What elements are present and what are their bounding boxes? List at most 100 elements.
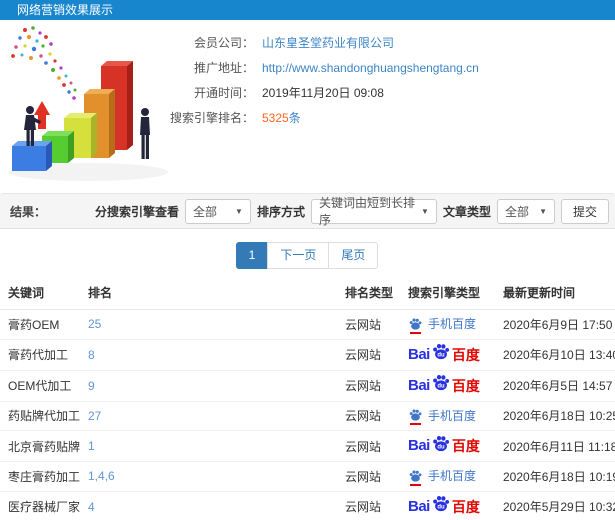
rank-type-cell: 云网站 xyxy=(337,491,400,520)
baidu-logo: Bai du 百度 xyxy=(408,375,480,396)
rank-link[interactable]: 9 xyxy=(88,379,95,393)
result-label: 结果： xyxy=(10,204,47,219)
chevron-down-icon: ▼ xyxy=(421,206,429,216)
baidu-bai-text: Bai xyxy=(408,437,430,454)
svg-text:du: du xyxy=(437,352,445,358)
article-type-select[interactable]: 全部 ▼ xyxy=(496,198,555,224)
keyword-cell: OEM代加工 xyxy=(0,370,80,402)
page-1-button[interactable]: 1 xyxy=(235,242,269,269)
keyword-cell: 枣庄膏药加工 xyxy=(0,461,80,492)
svg-text:du: du xyxy=(437,444,445,450)
article-type-select-value: 全部 xyxy=(504,204,529,219)
table-header-row: 关键词 排名 排名类型 搜索引擎类型 最新更新时间 xyxy=(0,276,615,310)
engine-rank-label: 搜索引擎排名： xyxy=(170,111,255,125)
rank-type-cell: 云网站 xyxy=(337,430,400,462)
rank-link[interactable]: 25 xyxy=(88,317,101,331)
info-section: 会员公司： 山东皇圣堂药业有限公司 推广地址： http://www.shand… xyxy=(0,20,615,193)
rank-link[interactable]: 27 xyxy=(88,409,101,423)
filter-bar: 结果： 分搜索引擎查看 全部 ▼ 排序方式 关键词由短到长排序 ▼ 文章类型 全… xyxy=(0,193,615,229)
updated-cell: 2020年6月11日 11:18 xyxy=(495,430,615,462)
engine-cell: Bai du 百度 xyxy=(400,430,495,462)
open-time-label: 开通时间： xyxy=(193,86,254,100)
rank-type-cell: 云网站 xyxy=(337,370,400,402)
company-info: 会员公司： 山东皇圣堂药业有限公司 推广地址： http://www.shand… xyxy=(170,34,479,134)
mobile-baidu-label: 手机百度 xyxy=(428,317,477,331)
updated-cell: 2020年5月29日 10:32 xyxy=(495,491,615,520)
mobile-baidu-label: 手机百度 xyxy=(428,408,477,423)
results-table: 关键词 排名 排名类型 搜索引擎类型 最新更新时间 膏药OEM 25 云网站 手… xyxy=(0,276,615,520)
mobile-baidu-paw-icon xyxy=(408,469,423,486)
sort-filter-label: 排序方式 xyxy=(256,204,305,219)
keyword-cell: 膏药OEM xyxy=(0,309,80,340)
rank-type-cell: 云网站 xyxy=(337,461,400,492)
submit-button[interactable]: 提交 xyxy=(560,198,609,224)
engine-cell: 手机百度 xyxy=(400,309,495,340)
updated-cell: 2020年6月18日 10:25 xyxy=(495,401,615,431)
confetti-dots xyxy=(11,26,77,100)
updated-cell: 2020年6月18日 10:19 xyxy=(495,461,615,492)
open-time-row: 开通时间： 2019年11月20日 09:08 xyxy=(170,84,479,101)
baidu-bai-text: Bai xyxy=(408,345,430,363)
promo-url-row: 推广地址： http://www.shandonghuangshengtang.… xyxy=(170,59,479,76)
company-row: 会员公司： 山东皇圣堂药业有限公司 xyxy=(170,34,479,51)
pagination: 1 下一页 尾页 xyxy=(0,242,615,269)
keyword-cell: 北京膏药贴牌 xyxy=(0,430,80,462)
up-arrow xyxy=(34,101,50,129)
baidu-logo: Bai du 百度 xyxy=(408,435,480,456)
keyword-cell: 医疗器械厂家 xyxy=(0,491,80,520)
baidu-cn-text: 百度 xyxy=(451,346,480,363)
engine-rank-count: 5325 xyxy=(262,111,289,125)
baidu-logo: Bai du 百度 xyxy=(408,496,480,517)
engine-select-value: 全部 xyxy=(192,204,217,219)
rank-link[interactable]: 4 xyxy=(88,500,95,514)
baidu-logo: Bai du 百度 xyxy=(408,344,480,365)
baidu-paw-icon: du xyxy=(433,344,449,360)
article-type-label: 文章类型 xyxy=(442,204,491,219)
rank-link[interactable]: 1,4,6 xyxy=(88,469,115,483)
sort-select[interactable]: 关键词由短到长排序 ▼ xyxy=(310,196,437,227)
table-row: 枣庄膏药加工 1,4,6 云网站 手机百度 2020年6月18日 10:19 xyxy=(0,461,615,492)
baidu-paw-icon: du xyxy=(433,375,449,391)
col-keyword: 关键词 xyxy=(0,276,80,310)
last-page-button[interactable]: 尾页 xyxy=(328,242,379,269)
baidu-paw-icon: du xyxy=(433,435,449,451)
updated-cell: 2020年6月5日 14:57 xyxy=(495,370,615,402)
engine-cell: Bai du 百度 xyxy=(400,491,495,520)
mobile-baidu-paw-icon xyxy=(408,408,423,425)
mobile-baidu-label: 手机百度 xyxy=(428,469,477,483)
table-row: 膏药代加工 8 云网站 Bai du 百度 2020年6月10日 13:40 xyxy=(0,339,615,371)
col-rank-type: 排名类型 xyxy=(337,276,400,310)
table-row: OEM代加工 9 云网站 Bai du 百度 2020年6月5日 14:57 xyxy=(0,370,615,402)
next-page-button[interactable]: 下一页 xyxy=(267,242,330,269)
svg-text:du: du xyxy=(437,383,445,389)
company-link[interactable]: 山东皇圣堂药业有限公司 xyxy=(262,34,394,51)
mobile-baidu-paw-icon xyxy=(408,317,423,334)
filter-group: 分搜索引擎查看 全部 ▼ 排序方式 关键词由短到长排序 ▼ 文章类型 全部 ▼ … xyxy=(95,196,609,227)
promo-url-label: 推广地址： xyxy=(193,61,254,75)
updated-cell: 2020年6月9日 17:50 xyxy=(495,309,615,340)
rank-link[interactable]: 8 xyxy=(88,348,95,362)
promo-url-link[interactable]: http://www.shandonghuangshengtang.cn xyxy=(262,61,479,75)
engine-rank-value: 5325条 xyxy=(262,109,301,126)
baidu-bai-text: Bai xyxy=(408,376,430,394)
chevron-down-icon: ▼ xyxy=(235,206,243,216)
col-updated: 最新更新时间 xyxy=(495,276,615,310)
table-row: 膏药OEM 25 云网站 手机百度 2020年6月9日 17:50 xyxy=(0,309,615,340)
rank-type-cell: 云网站 xyxy=(337,339,400,371)
baidu-cn-text: 百度 xyxy=(451,498,480,515)
table-row: 医疗器械厂家 4 云网站 Bai du 百度 2020年5月29日 10:32 xyxy=(0,491,615,520)
businessman-right xyxy=(140,108,150,159)
rank-link[interactable]: 1 xyxy=(88,439,95,453)
chevron-down-icon: ▼ xyxy=(539,206,547,216)
open-time-value: 2019年11月20日 09:08 xyxy=(262,86,384,100)
sort-select-value: 关键词由短到长排序 xyxy=(318,196,415,227)
engine-cell: 手机百度 xyxy=(400,461,495,492)
rank-type-cell: 云网站 xyxy=(337,401,400,431)
baidu-cn-text: 百度 xyxy=(451,377,480,394)
col-rank: 排名 xyxy=(80,276,337,310)
growth-chart-graphic xyxy=(8,26,168,181)
updated-cell: 2020年6月10日 13:40 xyxy=(495,339,615,371)
keyword-cell: 药贴牌代加工 xyxy=(0,401,80,431)
page-title: 网络营销效果展示 xyxy=(17,3,114,17)
engine-select[interactable]: 全部 ▼ xyxy=(184,198,251,224)
